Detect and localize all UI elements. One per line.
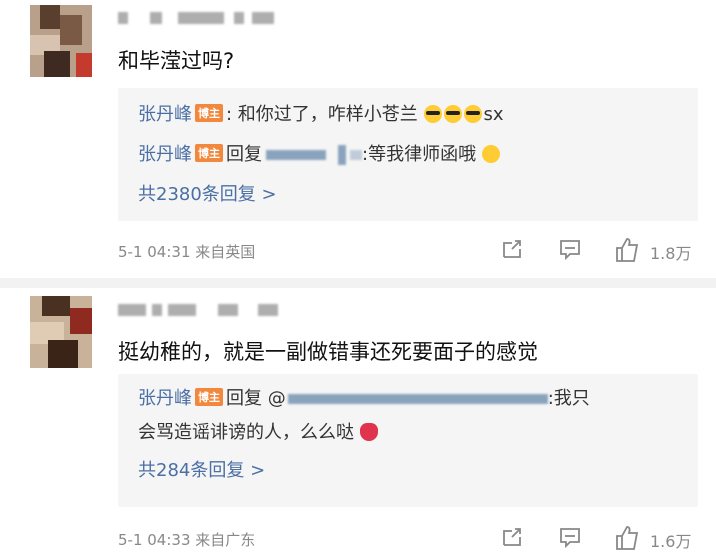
divider [0, 278, 716, 288]
reply-text: :我只 [547, 388, 590, 409]
action-bar: 1.8万 [480, 237, 710, 263]
blurred-mention[interactable] [350, 150, 362, 160]
username-blurred[interactable] [118, 304, 278, 318]
comment-text: 和毕滢过吗? [118, 49, 235, 73]
reply-prefix: 回复 @ [226, 388, 286, 409]
author-badge: 博主 [195, 104, 223, 122]
reply-text: : 和你过了，咋样小苍兰 [226, 104, 418, 125]
more-replies-link[interactable]: 共284条回复 > [138, 456, 265, 482]
share-icon[interactable] [500, 237, 524, 261]
reply-line: 张丹峰 博主 回复 @ :我只 [138, 384, 590, 410]
reply-line: 会骂造谣诽谤的人，么么哒 [138, 418, 380, 444]
author-badge: 博主 [195, 388, 223, 406]
like-icon[interactable] [614, 525, 640, 551]
comment-icon[interactable] [558, 525, 582, 549]
reply-line: 张丹峰 博主 回复 :等我律师函哦 [138, 140, 502, 166]
reply-text-suffix: sx [483, 104, 504, 125]
comment-2: 挺幼稚的，就是一副做错事还死要面子的感觉 张丹峰 博主 回复 @ :我只 会骂造谣诽谤… [0, 288, 716, 554]
action-bar: 1.6万 [480, 525, 710, 551]
comment-text: 挺幼稚的，就是一副做错事还死要面子的感觉 [118, 340, 538, 364]
like-count: 1.6万 [650, 532, 692, 551]
blurred-mention[interactable] [338, 145, 346, 165]
reply-box: 张丹峰 博主: 和你过了，咋样小苍兰 sx 张丹峰 博主 回复:等我律师函哦 共238… [118, 88, 698, 221]
reply-author[interactable]: 张丹峰 [138, 104, 192, 125]
reply-text: 会骂造谣诽谤的人，么么哒 [138, 422, 354, 443]
sunglasses-emoji [463, 105, 482, 123]
timestamp: 5-1 04:31 来自英国 [118, 243, 256, 261]
laugh-emoji [481, 145, 500, 163]
avatar[interactable] [30, 296, 92, 368]
blurred-mention[interactable] [287, 394, 548, 404]
sunglasses-emoji [443, 105, 462, 123]
author-badge: 博主 [195, 144, 223, 162]
reply-author[interactable]: 张丹峰 [138, 144, 192, 165]
like-icon[interactable] [614, 237, 640, 263]
blurred-mention[interactable] [266, 150, 326, 160]
username-blurred[interactable] [118, 12, 278, 26]
comment-icon[interactable] [558, 237, 582, 261]
share-icon[interactable] [500, 525, 524, 549]
timestamp: 5-1 04:33 来自广东 [118, 531, 256, 549]
like-count: 1.8万 [650, 244, 692, 263]
kiss-emoji [359, 423, 378, 441]
reply-box: 张丹峰 博主 回复 @ :我只 会骂造谣诽谤的人，么么哒 共284条回复 > [118, 374, 698, 507]
reply-text: :等我律师函哦 [362, 144, 477, 165]
reply-prefix: 回复 [226, 144, 262, 165]
reply-line: 张丹峰 博主: 和你过了，咋样小苍兰 sx [138, 100, 504, 126]
sunglasses-emoji [423, 105, 442, 123]
reply-author[interactable]: 张丹峰 [138, 388, 192, 409]
more-replies-link[interactable]: 共2380条回复 > [138, 180, 277, 206]
comment-1: 和毕滢过吗? 张丹峰 博主: 和你过了，咋样小苍兰 sx 张丹峰 博主 回复:等我律师… [0, 0, 716, 280]
avatar[interactable] [30, 5, 92, 77]
